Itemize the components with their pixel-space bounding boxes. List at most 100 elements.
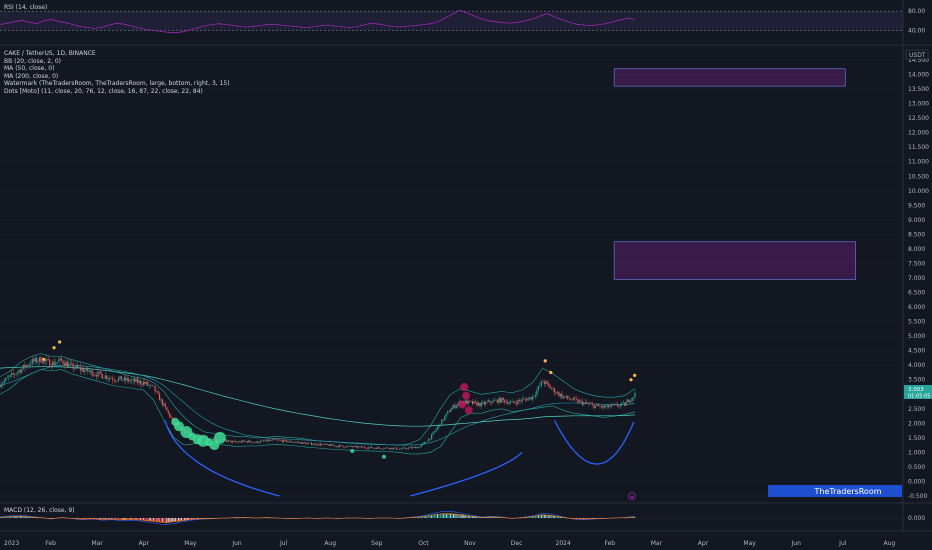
candle-body	[349, 445, 351, 447]
candle-body	[543, 381, 545, 385]
candle-body	[581, 400, 583, 405]
candle-body	[306, 443, 308, 445]
indicator-watermark[interactable]: Watermark (TheTradersRoom, TheTradersRoo…	[4, 80, 230, 88]
candle-body	[526, 399, 528, 401]
candle-body	[274, 439, 276, 440]
rsi-title: RSI (14, close)	[4, 4, 48, 11]
macd-histogram-bar	[161, 518, 163, 523]
candle-body	[21, 368, 23, 373]
candle-body	[605, 406, 607, 408]
time-tick-label: Dec	[511, 540, 523, 547]
price-tick-label: 11.500	[908, 144, 929, 151]
candle-body	[426, 441, 428, 442]
candle-body	[578, 400, 581, 403]
candle-body	[467, 400, 469, 404]
candle-body	[341, 445, 343, 447]
rsi-legend[interactable]: RSI (14, close)	[4, 4, 47, 12]
candle-body	[97, 371, 99, 377]
candle-body	[71, 363, 73, 364]
candle-body	[119, 376, 121, 379]
macd-histogram-bar	[498, 517, 500, 518]
macd-histogram-bar	[119, 518, 121, 520]
candle-body	[632, 397, 635, 399]
candle-body	[284, 439, 286, 441]
price-tick-label: 8.000	[908, 246, 925, 253]
candle-body	[258, 442, 260, 444]
red-signal-dot	[462, 391, 470, 400]
candle-body	[445, 413, 447, 417]
price-legend[interactable]: CAKE / TetherUS, 1D, BINANCE BB (20, clo…	[4, 50, 230, 96]
candle-body	[369, 446, 371, 448]
red-signal-dot	[458, 400, 467, 409]
candle-body	[439, 424, 442, 426]
candle-body	[246, 441, 248, 443]
candle-body	[612, 404, 614, 406]
price-tick-label: 2.500	[908, 406, 925, 413]
price-tick-label: 9.500	[908, 202, 925, 209]
candle-body	[584, 401, 586, 403]
macd-legend[interactable]: MACD (12, 26, close, 9)	[4, 507, 75, 515]
candle-body	[400, 448, 402, 450]
candle-body	[606, 404, 608, 407]
candle-body	[504, 399, 506, 403]
candle-body	[8, 376, 10, 378]
candle-body	[125, 377, 127, 381]
candle-body	[524, 398, 526, 400]
time-tick-label: Jun	[231, 540, 242, 547]
candle-body	[387, 447, 389, 449]
candle-body	[167, 410, 169, 413]
candle-body	[597, 404, 600, 407]
candle-body	[583, 402, 585, 405]
candle-body	[331, 444, 333, 446]
candle-body	[608, 404, 610, 408]
candle-body	[245, 441, 247, 442]
indicator-dots[interactable]: Dots [Moto] (11, close, 20, 76, 12, clos…	[4, 88, 230, 96]
candle-body	[16, 372, 19, 374]
candle-body	[553, 388, 556, 393]
macd-histogram-bar	[453, 513, 455, 518]
candle-body	[103, 378, 105, 379]
candle-body	[455, 405, 458, 408]
candle-body	[280, 440, 282, 441]
candle-body	[486, 401, 488, 403]
supply-zone[interactable]	[613, 68, 846, 87]
candle-body	[447, 411, 449, 414]
time-tick-label: Oct	[418, 540, 429, 547]
candle-body	[138, 380, 140, 383]
candle-body	[534, 394, 537, 397]
macd-histogram-bar	[142, 518, 144, 521]
candle-body	[308, 443, 310, 444]
indicator-bb[interactable]: BB (20, close, 2, 0)	[4, 58, 230, 66]
candle-body	[154, 386, 156, 392]
candle-body	[113, 379, 115, 381]
candle-body	[587, 403, 589, 404]
time-tick-label: Mar	[92, 540, 104, 547]
supply-zone[interactable]	[613, 241, 856, 280]
candle-body	[575, 398, 578, 400]
price-tick-label: 10.000	[908, 188, 929, 195]
red-signal-dot	[460, 383, 469, 391]
orange-signal-dot	[633, 373, 637, 377]
candle-body	[18, 370, 20, 373]
indicator-ma50[interactable]: MA (50, close, 0)	[4, 65, 230, 73]
macd-histogram-bar	[157, 518, 159, 522]
candle-body	[112, 378, 114, 380]
candle-body	[109, 377, 111, 379]
candle-body	[11, 373, 13, 375]
candle-body	[253, 442, 256, 443]
candle-body	[599, 406, 601, 407]
candle-body	[385, 447, 387, 449]
indicator-ma200[interactable]: MA (200, close, 0)	[4, 73, 230, 81]
candle-body	[259, 440, 262, 443]
candle-body	[556, 392, 559, 394]
macd-histogram-bar	[21, 516, 23, 518]
candle-body	[47, 359, 49, 360]
candle-body	[232, 441, 234, 443]
candle-body	[251, 442, 253, 443]
candle-body	[275, 439, 278, 441]
orange-signal-dot	[543, 359, 547, 363]
candle-body	[233, 441, 235, 442]
candle-body	[482, 402, 484, 403]
candle-body	[75, 365, 77, 369]
candle-body	[390, 447, 392, 450]
